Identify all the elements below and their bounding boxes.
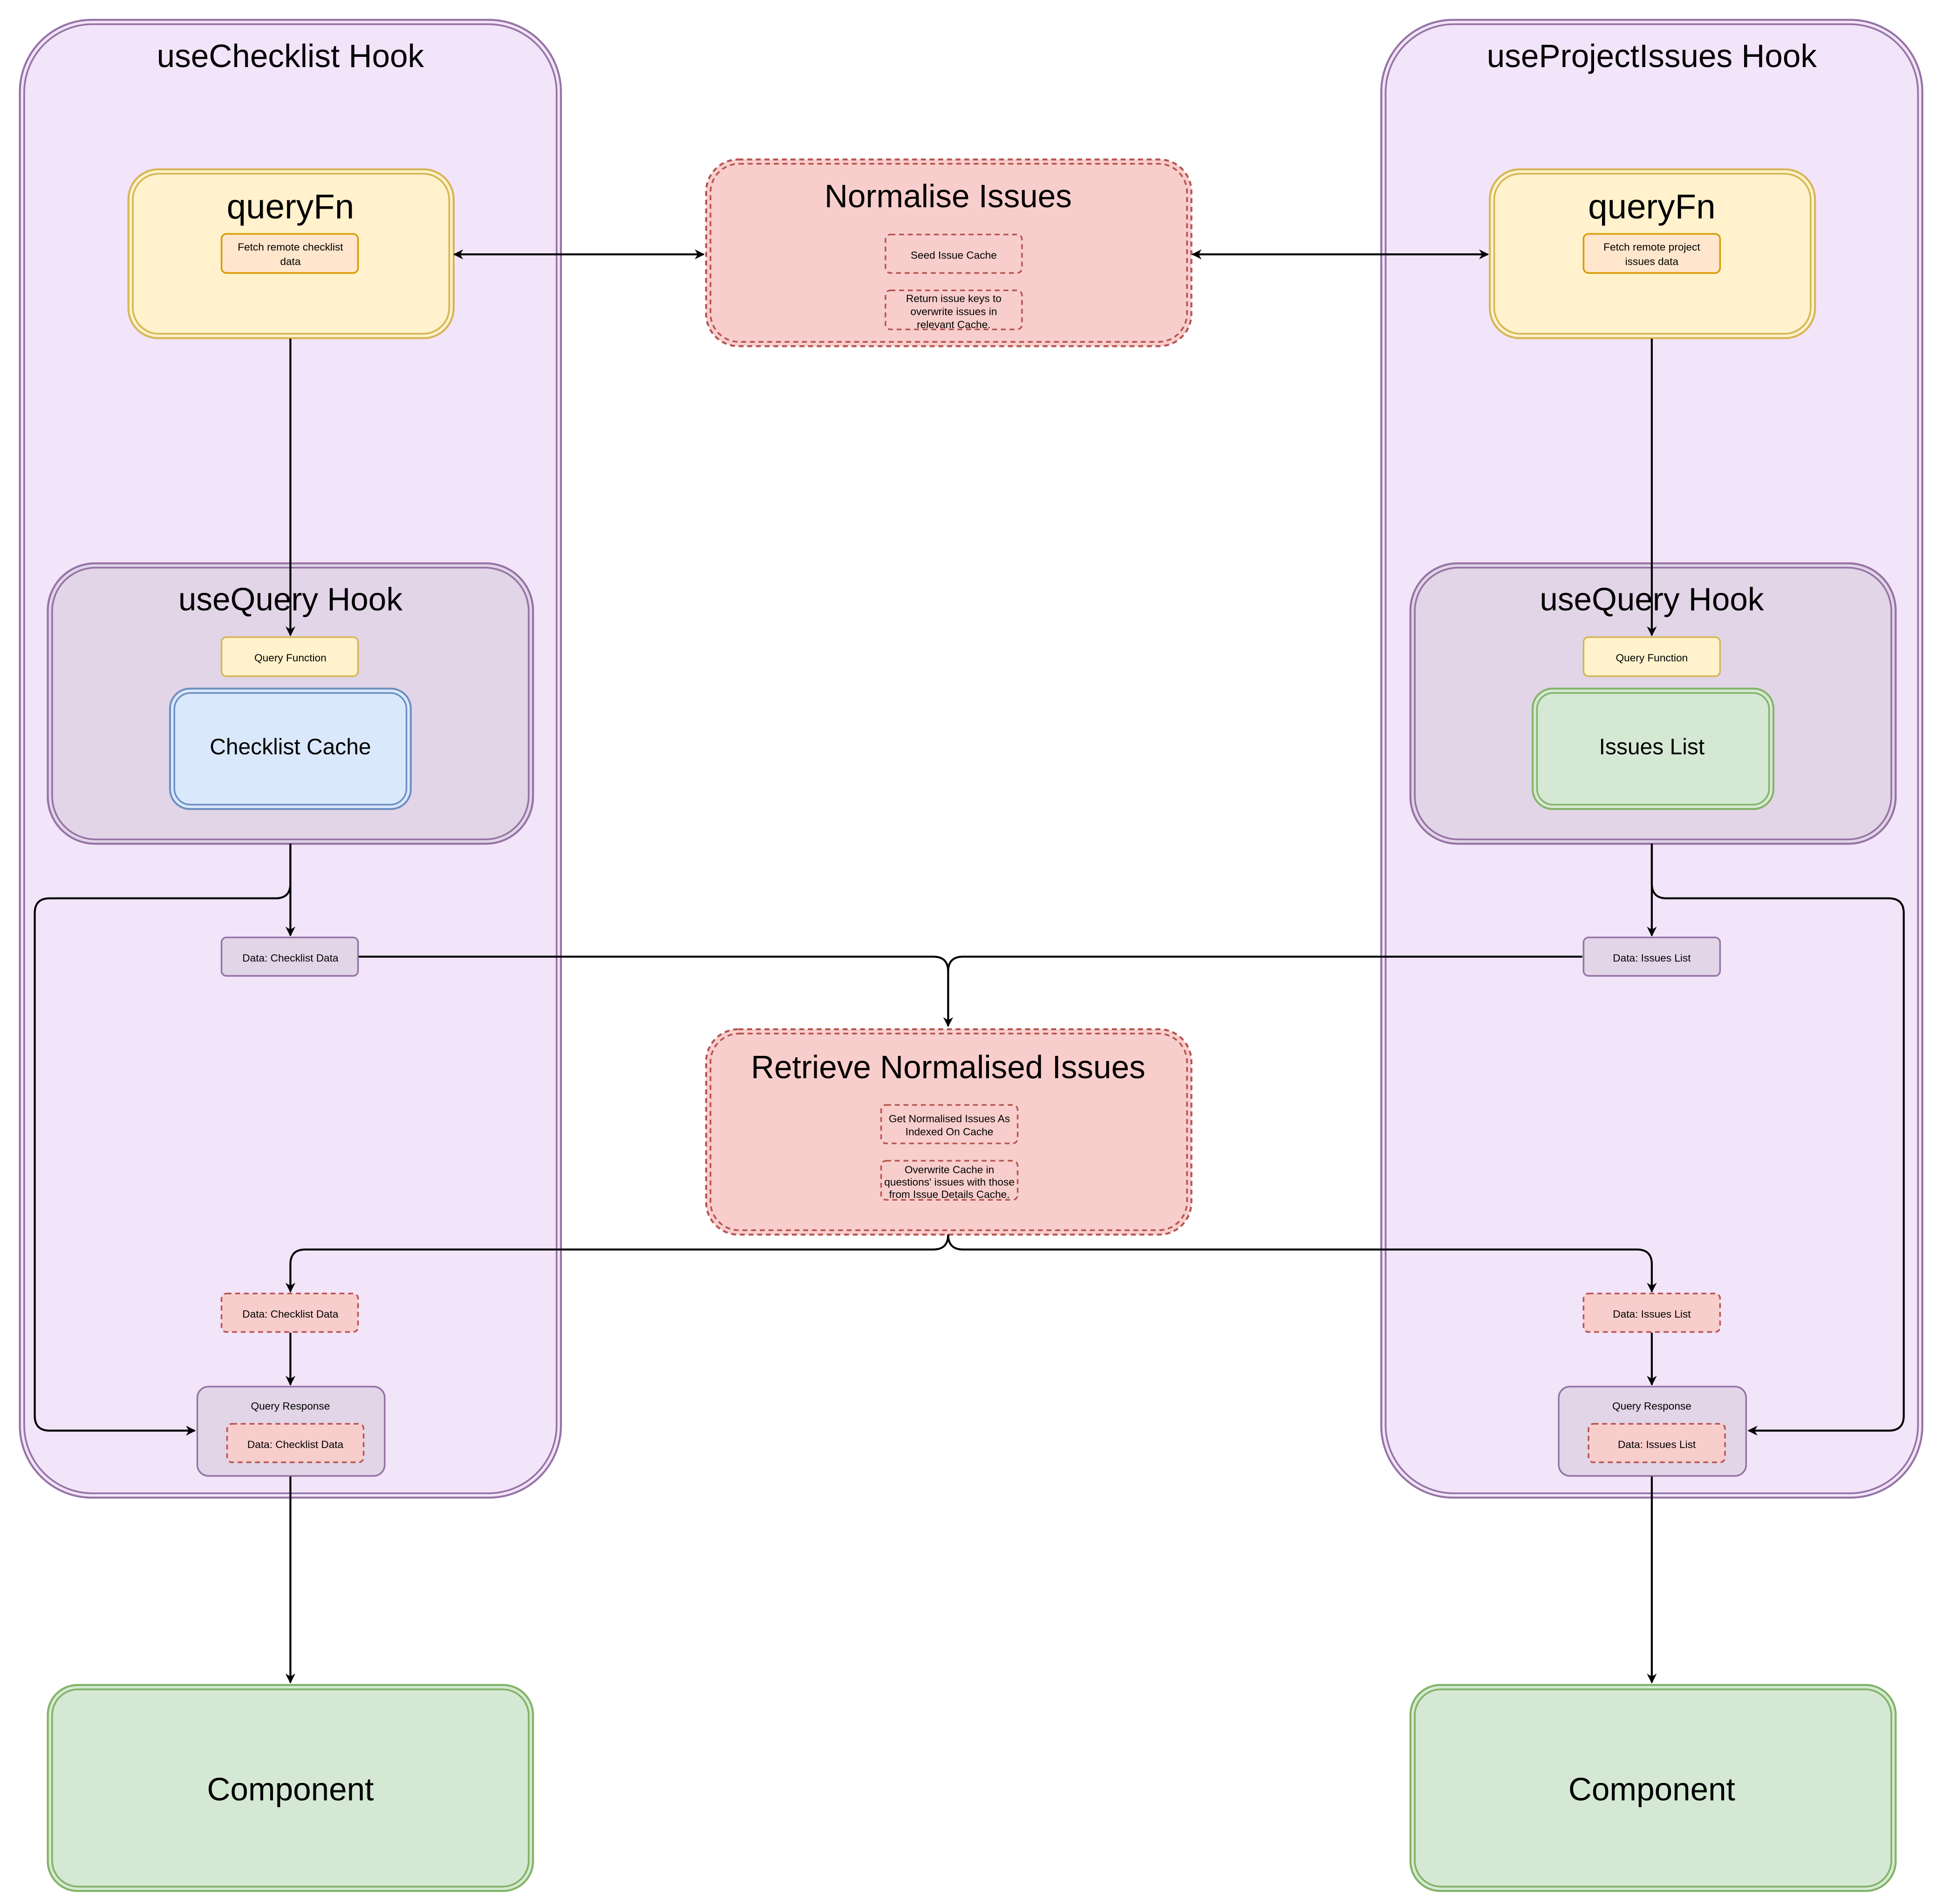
retrieve-normalised-issues-box[interactable]: Retrieve Normalised Issues Get Normalise… bbox=[705, 1028, 1193, 1236]
left-query-response-node[interactable]: Query Response Data: Checklist Data bbox=[196, 1386, 386, 1477]
task-line: data bbox=[280, 256, 300, 267]
query-function-label: Query Function bbox=[254, 652, 327, 664]
step-line: Indexed On Cache bbox=[906, 1126, 994, 1138]
data-label: Data: Checklist Data bbox=[242, 1308, 339, 1320]
left-queryfn-box[interactable]: queryFn Fetch remote checklist data bbox=[127, 168, 455, 340]
overwrite-cache-step[interactable]: Overwrite Cache in questions' issues wit… bbox=[880, 1160, 1019, 1201]
query-function-node[interactable]: Query Function bbox=[220, 636, 359, 677]
cache-label: Checklist Cache bbox=[210, 735, 371, 760]
queryfn-title: queryFn bbox=[1588, 187, 1716, 226]
step-line: relevant Cache. bbox=[917, 319, 990, 331]
step-line: questions' issues with those bbox=[884, 1176, 1015, 1188]
fetch-project-issues-task[interactable]: Fetch remote project issues data bbox=[1582, 233, 1721, 274]
diagram-canvas: useChecklist Hook queryFn Fetch remote c… bbox=[19, 19, 1923, 1892]
seed-issue-cache-step[interactable]: Seed Issue Cache bbox=[885, 233, 1023, 274]
left-component-node[interactable]: Component bbox=[47, 1684, 534, 1892]
right-queryfn-box[interactable]: queryFn Fetch remote project issues data bbox=[1489, 168, 1816, 340]
cache-label: Issues List bbox=[1599, 735, 1704, 760]
query-function-label: Query Function bbox=[1616, 652, 1688, 664]
query-response-data: Data: Checklist Data bbox=[247, 1439, 344, 1450]
component-label: Component bbox=[207, 1771, 374, 1808]
step-line: Overwrite Cache in bbox=[905, 1164, 994, 1176]
query-function-node[interactable]: Query Function bbox=[1582, 636, 1721, 677]
data-label: Data: Checklist Data bbox=[242, 952, 339, 964]
task-line: issues data bbox=[1625, 256, 1679, 267]
get-normalised-issues-step[interactable]: Get Normalised Issues As Indexed On Cach… bbox=[880, 1104, 1019, 1144]
right-data-out-node[interactable]: Data: Issues List bbox=[1582, 936, 1721, 977]
right-component-node[interactable]: Component bbox=[1409, 1684, 1897, 1892]
task-line: Fetch remote checklist bbox=[238, 241, 343, 253]
checklist-cache-node[interactable]: Checklist Cache bbox=[169, 687, 412, 810]
right-usequery-box: useQuery Hook Query Function Issues List bbox=[1409, 562, 1897, 845]
step-line: Return issue keys to bbox=[906, 293, 1002, 305]
data-label: Data: Issues List bbox=[1613, 1308, 1691, 1320]
return-issue-keys-step[interactable]: Return issue keys to overwrite issues in… bbox=[885, 289, 1023, 331]
normalise-title: Normalise Issues bbox=[825, 178, 1072, 214]
hook-title: useChecklist Hook bbox=[157, 38, 424, 74]
component-label: Component bbox=[1568, 1771, 1735, 1808]
step-line: overwrite issues in bbox=[910, 306, 997, 318]
normalise-issues-box[interactable]: Normalise Issues Seed Issue Cache Return… bbox=[705, 158, 1193, 347]
left-normalised-data-node[interactable]: Data: Checklist Data bbox=[220, 1292, 359, 1333]
hook-title: useProjectIssues Hook bbox=[1487, 38, 1817, 74]
step-line: Seed Issue Cache bbox=[911, 249, 997, 261]
issues-list-node[interactable]: Issues List bbox=[1532, 687, 1775, 810]
right-query-response-node[interactable]: Query Response Data: Issues List bbox=[1558, 1386, 1747, 1477]
query-response-title: Query Response bbox=[251, 1400, 330, 1412]
fetch-checklist-task[interactable]: Fetch remote checklist data bbox=[220, 233, 359, 274]
query-response-title: Query Response bbox=[1612, 1400, 1691, 1412]
task-line: Fetch remote project bbox=[1603, 241, 1700, 253]
step-line: from Issue Details Cache. bbox=[889, 1189, 1010, 1200]
queryfn-title: queryFn bbox=[227, 187, 354, 226]
left-data-out-node[interactable]: Data: Checklist Data bbox=[220, 936, 359, 977]
retrieve-title: Retrieve Normalised Issues bbox=[751, 1049, 1145, 1085]
query-response-data: Data: Issues List bbox=[1618, 1439, 1696, 1450]
step-line: Get Normalised Issues As bbox=[889, 1113, 1010, 1125]
data-label: Data: Issues List bbox=[1613, 952, 1691, 964]
right-normalised-data-node[interactable]: Data: Issues List bbox=[1582, 1292, 1721, 1333]
